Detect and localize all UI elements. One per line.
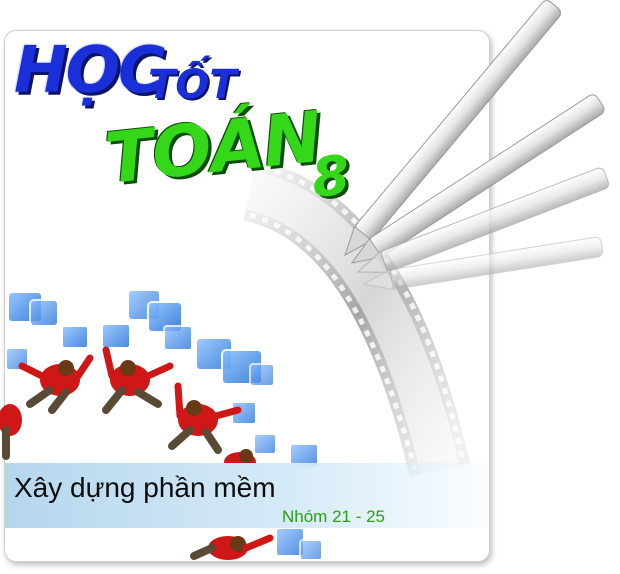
banner-subtitle: Nhóm 21 - 25 xyxy=(282,507,385,526)
title-tot: TỐT xyxy=(148,62,237,108)
pencil-icon xyxy=(344,0,610,291)
banner-title: Xây dựng phần mềm xyxy=(14,472,276,503)
title-hoc: HỌC xyxy=(14,34,165,108)
title-grade: 8 xyxy=(308,143,353,210)
